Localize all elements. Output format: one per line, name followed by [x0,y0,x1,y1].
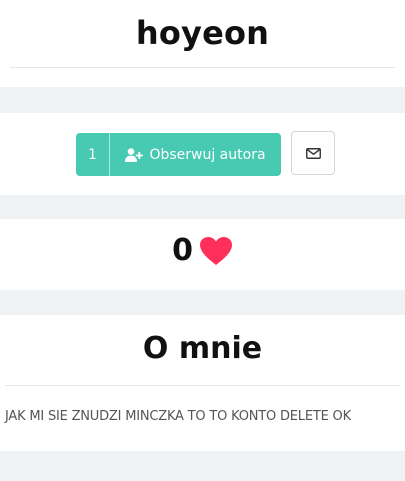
profile-header-panel: hoyeon [0,0,405,87]
user-plus-icon [125,147,144,162]
likes-panel: 0 [0,219,405,290]
follow-button-label: Obserwuj autora [149,146,266,163]
about-text: JAK MI SIE ZNUDZI MINCZKA TO TO KONTO DE… [5,409,351,424]
likes-count: 0 [172,233,193,268]
about-panel: O mnie JAK MI SIE ZNUDZI MINCZKA TO TO K… [0,315,405,451]
likes-counter[interactable]: 0 [0,233,405,268]
divider [10,67,395,68]
divider [5,385,400,386]
follow-panel: 1 Obserwuj autora [0,113,405,195]
about-heading: O mnie [142,331,263,366]
username-title: hoyeon [135,14,270,52]
follow-button-group[interactable]: 1 Obserwuj autora [76,133,281,176]
follow-author-button[interactable]: Obserwuj autora [110,133,281,176]
heart-icon [199,236,233,266]
follower-count: 1 [76,133,110,176]
envelope-icon [305,147,321,159]
message-button[interactable] [291,131,335,175]
